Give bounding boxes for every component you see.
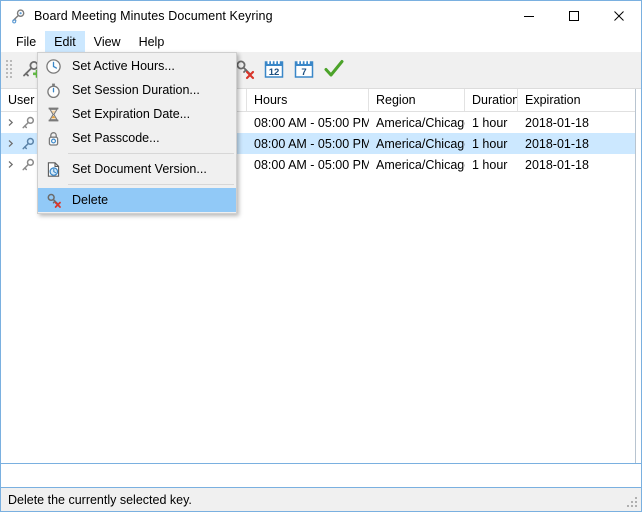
row-region-cell: America/Chicago	[376, 136, 465, 151]
clock-icon	[42, 55, 64, 77]
menu-item-set-expiration-date[interactable]: Set Expiration Date...	[38, 102, 236, 126]
menu-file-label: File	[16, 34, 37, 49]
menu-item-set-passcode[interactable]: Set Passcode...	[38, 126, 236, 150]
row-expiration-cell: 2018-01-18	[525, 157, 589, 172]
close-button[interactable]	[596, 1, 641, 31]
menu-help[interactable]: Help	[130, 31, 174, 52]
menu-edit-label: Edit	[54, 34, 76, 49]
row-duration-cell: 1 hour	[472, 115, 508, 130]
menu-help-label: Help	[138, 34, 165, 49]
row-hours-cell: 08:00 AM - 05:00 PM	[254, 115, 369, 130]
close-icon	[613, 11, 624, 21]
status-bar: Delete the currently selected key.	[1, 488, 641, 511]
edit-dropdown-menu: Set Active Hours... Set Session Duration…	[37, 52, 237, 214]
menu-bar: File Edit View Help	[1, 31, 641, 52]
row-region-cell: America/Chicago	[376, 157, 465, 172]
chevron-right-icon[interactable]	[1, 154, 19, 175]
calendar-7-icon: 7	[293, 58, 315, 83]
detail-panel	[1, 463, 641, 488]
status-message: Delete the currently selected key.	[8, 492, 192, 507]
calendar-12-icon: 12	[263, 58, 285, 83]
menu-separator	[68, 184, 234, 185]
maximize-icon	[568, 11, 579, 21]
menu-view-label: View	[93, 34, 121, 49]
calendar-12-button[interactable]: 12	[259, 55, 289, 85]
maximize-button[interactable]	[551, 1, 596, 31]
row-duration-cell: 1 hour	[472, 136, 508, 151]
key-icon	[19, 114, 36, 131]
stopwatch-icon	[42, 79, 64, 101]
chevron-right-icon[interactable]	[1, 133, 19, 154]
window-controls	[506, 1, 641, 31]
menu-item-label: Set Session Duration...	[72, 83, 200, 97]
row-hours-cell: 08:00 AM - 05:00 PM	[254, 157, 369, 172]
menu-item-label: Delete	[72, 193, 109, 207]
minimize-button[interactable]	[506, 1, 551, 31]
key-delete-icon	[42, 189, 64, 211]
column-header-hours[interactable]: Hours	[247, 89, 369, 111]
key-icon	[10, 8, 26, 24]
menu-edit[interactable]: Edit	[45, 31, 85, 52]
menu-item-label: Set Passcode...	[72, 131, 160, 145]
chevron-right-icon[interactable]	[1, 112, 19, 133]
apply-button[interactable]	[319, 55, 349, 85]
menu-item-set-document-version[interactable]: Set Document Version...	[38, 157, 236, 181]
menu-item-set-session-duration[interactable]: Set Session Duration...	[38, 78, 236, 102]
svg-text:7: 7	[301, 67, 306, 78]
minimize-icon	[523, 16, 534, 17]
menu-separator	[68, 153, 234, 154]
svg-text:12: 12	[269, 67, 280, 78]
title-bar: Board Meeting Minutes Document Keyring	[1, 1, 641, 31]
key-icon	[19, 135, 36, 152]
menu-item-set-active-hours[interactable]: Set Active Hours...	[38, 54, 236, 78]
menu-item-label: Set Active Hours...	[72, 59, 175, 73]
menu-view[interactable]: View	[85, 31, 130, 52]
menu-file[interactable]: File	[7, 31, 45, 52]
green-check-icon	[323, 58, 345, 83]
window-title: Board Meeting Minutes Document Keyring	[34, 9, 273, 23]
key-icon	[19, 156, 36, 173]
row-duration-cell: 1 hour	[472, 157, 508, 172]
padlock-icon	[42, 127, 64, 149]
hourglass-icon	[42, 103, 64, 125]
row-region-cell: America/Chicago	[376, 115, 465, 130]
document-clock-icon	[42, 158, 64, 180]
toolbar-grip[interactable]	[5, 59, 13, 81]
column-header-expiration[interactable]: Expiration	[518, 89, 636, 111]
row-expiration-cell: 2018-01-18	[525, 136, 589, 151]
application-window: Board Meeting Minutes Document Keyring F…	[0, 0, 642, 512]
menu-item-delete[interactable]: Delete	[38, 188, 236, 212]
menu-item-label: Set Expiration Date...	[72, 107, 191, 121]
column-header-duration[interactable]: Duration	[465, 89, 518, 111]
row-expiration-cell: 2018-01-18	[525, 115, 589, 130]
column-header-region[interactable]: Region	[369, 89, 465, 111]
calendar-7-button[interactable]: 7	[289, 55, 319, 85]
resize-grip[interactable]	[626, 496, 638, 508]
row-hours-cell: 08:00 AM - 05:00 PM	[254, 136, 369, 151]
vertical-scrollbar[interactable]	[635, 89, 641, 463]
menu-item-label: Set Document Version...	[72, 162, 207, 176]
